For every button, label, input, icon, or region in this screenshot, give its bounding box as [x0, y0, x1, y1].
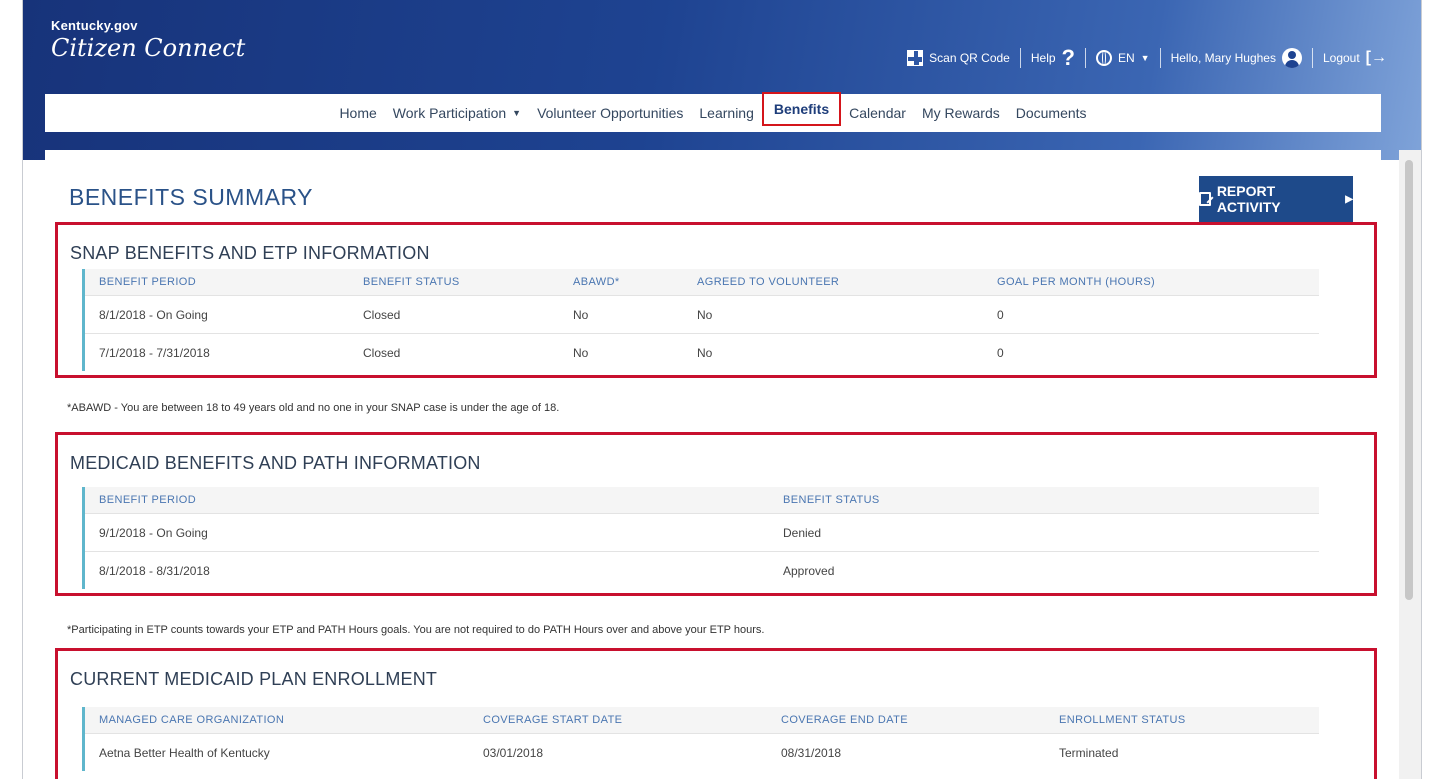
page-title: BENEFITS SUMMARY: [69, 184, 313, 210]
globe-icon: [1096, 50, 1112, 66]
utility-bar: Scan QR Code Help ? EN ▼ Hello, Mary Hug…: [897, 45, 1397, 70]
table-row: 8/1/2018 - 8/31/2018 Approved: [85, 551, 1319, 589]
table-cell: Closed: [349, 333, 559, 371]
table-cell: No: [683, 333, 983, 371]
table-row: 8/1/2018 - On Going Closed No No 0: [85, 295, 1319, 334]
abawd-note: *ABAWD - You are between 18 to 49 years …: [67, 402, 560, 414]
enrollment-section: CURRENT MEDICAID PLAN ENROLLMENT MANAGED…: [55, 648, 1377, 779]
enrollment-table-wrap: MANAGED CARE ORGANIZATION COVERAGE START…: [82, 707, 1319, 771]
logout-link[interactable]: Logout [→: [1313, 49, 1397, 67]
table-cell: No: [683, 295, 983, 334]
edit-document-icon: [1199, 192, 1211, 206]
nav-volunteer-opportunities[interactable]: Volunteer Opportunities: [529, 94, 691, 132]
column-header: COVERAGE START DATE: [469, 707, 767, 734]
table-cell: 8/1/2018 - On Going: [85, 295, 349, 334]
table-cell: No: [559, 295, 683, 334]
medicaid-section: MEDICAID BENEFITS AND PATH INFORMATION B…: [55, 432, 1377, 596]
enrollment-section-title: CURRENT MEDICAID PLAN ENROLLMENT: [70, 669, 438, 689]
help-link[interactable]: Help ?: [1021, 45, 1085, 70]
table-cell: Denied: [769, 513, 1319, 552]
nav-learning[interactable]: Learning: [691, 94, 762, 132]
language-label: EN: [1118, 51, 1135, 65]
column-header: BENEFIT STATUS: [349, 269, 559, 296]
report-activity-button[interactable]: REPORT ACTIVITY ▶: [1199, 176, 1353, 222]
user-menu[interactable]: Hello, Mary Hughes: [1161, 48, 1312, 68]
browser-frame: Kentucky.gov Citizen Connect Scan QR Cod…: [22, 0, 1422, 779]
table-cell: No: [559, 333, 683, 371]
table-row: 7/1/2018 - 7/31/2018 Closed No No 0: [85, 333, 1319, 371]
nav-calendar[interactable]: Calendar: [841, 94, 914, 132]
table-cell: 8/1/2018 - 8/31/2018: [85, 551, 769, 589]
table-row: 9/1/2018 - On Going Denied: [85, 513, 1319, 552]
caret-down-icon: ▼: [512, 108, 522, 118]
table-cell: 03/01/2018: [469, 733, 767, 771]
etp-note: *Participating in ETP counts towards you…: [67, 624, 765, 636]
chevron-right-icon: ▶: [1345, 193, 1353, 205]
report-activity-label: REPORT ACTIVITY: [1216, 183, 1281, 215]
logout-icon: [→: [1365, 49, 1387, 66]
main-nav: Home Work Participation ▼ Volunteer Oppo…: [45, 92, 1381, 132]
table-cell: 08/31/2018: [767, 733, 1045, 771]
caret-down-icon: ▼: [1140, 53, 1150, 63]
question-mark-icon: ?: [1061, 45, 1075, 70]
help-label: Help: [1030, 51, 1056, 65]
main-content: BENEFITS SUMMARY REPORT ACTIVITY ▶ SNAP …: [45, 150, 1381, 779]
column-header: BENEFIT PERIOD: [85, 269, 349, 296]
snap-section-title: SNAP BENEFITS AND ETP INFORMATION: [70, 243, 430, 263]
medicaid-table-wrap: BENEFIT PERIOD BENEFIT STATUS 9/1/2018 -…: [82, 487, 1319, 589]
column-header: BENEFIT STATUS: [769, 487, 1319, 514]
nav-documents[interactable]: Documents: [1008, 94, 1095, 132]
table-cell: 9/1/2018 - On Going: [85, 513, 769, 552]
user-avatar-icon: [1281, 48, 1302, 68]
greeting: Hello, Mary Hughes: [1170, 51, 1276, 65]
medicaid-table: BENEFIT PERIOD BENEFIT STATUS 9/1/2018 -…: [85, 487, 1319, 589]
nav-work-participation[interactable]: Work Participation ▼: [385, 94, 529, 132]
column-header: COVERAGE END DATE: [767, 707, 1045, 734]
table-header-row: MANAGED CARE ORGANIZATION COVERAGE START…: [85, 707, 1319, 734]
snap-section: SNAP BENEFITS AND ETP INFORMATION BENEFI…: [55, 222, 1377, 378]
column-header: GOAL PER MONTH (HOURS): [983, 269, 1319, 296]
nav-benefits[interactable]: Benefits: [761, 92, 842, 126]
scrollbar-thumb[interactable]: [1405, 160, 1413, 600]
column-header: AGREED TO VOLUNTEER: [683, 269, 983, 296]
site-header: Kentucky.gov Citizen Connect Scan QR Cod…: [23, 0, 1421, 160]
logout-label: Logout: [1322, 51, 1360, 65]
enrollment-table: MANAGED CARE ORGANIZATION COVERAGE START…: [85, 707, 1319, 771]
language-selector[interactable]: EN ▼: [1086, 50, 1160, 66]
scan-qr-label: Scan QR Code: [929, 51, 1010, 65]
column-header: BENEFIT PERIOD: [85, 487, 769, 514]
table-cell: 0: [983, 333, 1319, 371]
kentucky-gov-logo[interactable]: Kentucky.gov: [51, 18, 138, 33]
table-cell: 0: [983, 295, 1319, 334]
table-cell: Approved: [769, 551, 1319, 589]
snap-table: BENEFIT PERIOD BENEFIT STATUS ABAWD* AGR…: [85, 269, 1319, 371]
table-cell: Terminated: [1045, 733, 1319, 771]
column-header: MANAGED CARE ORGANIZATION: [85, 707, 469, 734]
table-cell: 7/1/2018 - 7/31/2018: [85, 333, 349, 371]
nav-work-participation-label: Work Participation: [392, 105, 507, 121]
nav-home[interactable]: Home: [331, 94, 384, 132]
qr-code-icon: [907, 50, 924, 66]
scan-qr-link[interactable]: Scan QR Code: [897, 50, 1020, 66]
table-row: Aetna Better Health of Kentucky 03/01/20…: [85, 733, 1319, 771]
medicaid-section-title: MEDICAID BENEFITS AND PATH INFORMATION: [70, 453, 481, 473]
column-header: ABAWD*: [559, 269, 683, 296]
table-cell: Closed: [349, 295, 559, 334]
table-header-row: BENEFIT PERIOD BENEFIT STATUS ABAWD* AGR…: [85, 269, 1319, 296]
citizen-connect-logo[interactable]: Citizen Connect: [51, 34, 245, 62]
column-header: ENROLLMENT STATUS: [1045, 707, 1319, 734]
table-cell: Aetna Better Health of Kentucky: [85, 733, 469, 771]
nav-my-rewards[interactable]: My Rewards: [914, 94, 1008, 132]
snap-table-wrap: BENEFIT PERIOD BENEFIT STATUS ABAWD* AGR…: [82, 269, 1319, 371]
vertical-scrollbar[interactable]: [1399, 150, 1421, 779]
table-header-row: BENEFIT PERIOD BENEFIT STATUS: [85, 487, 1319, 514]
